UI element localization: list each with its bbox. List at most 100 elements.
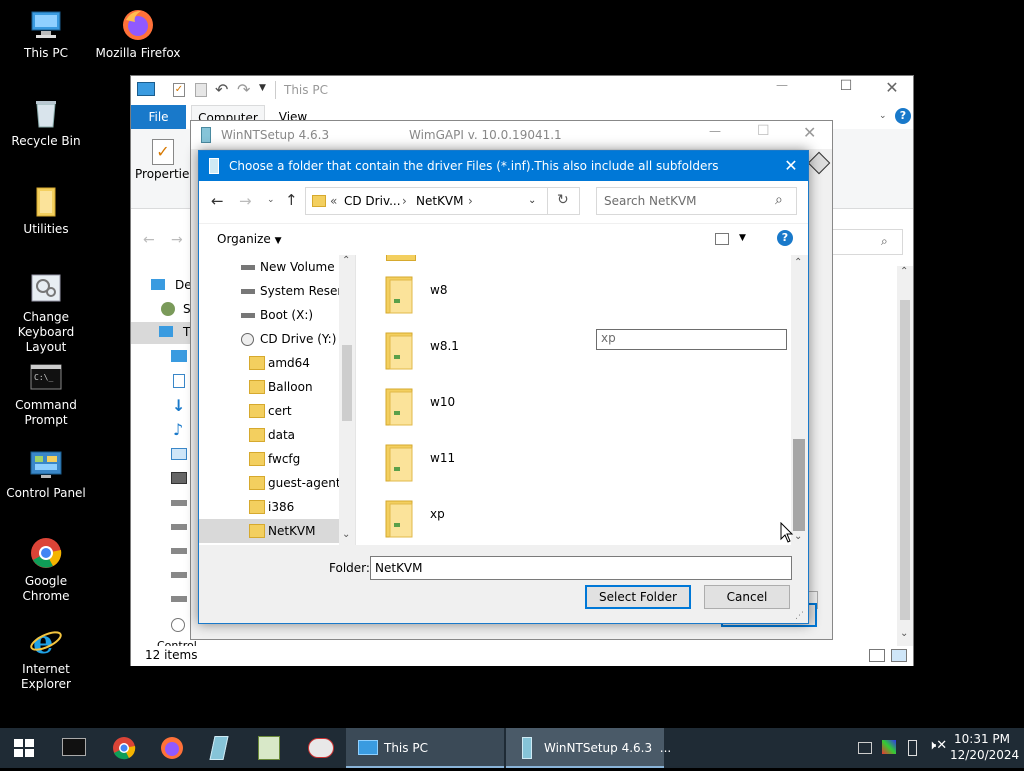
breadcrumb-root[interactable]: « <box>330 194 337 208</box>
taskbar-task-winntsetup[interactable]: WinNTSetup 4.6.3 ... <box>506 728 671 768</box>
taskbar-tool-icon[interactable] <box>308 738 334 758</box>
start-button[interactable] <box>0 728 48 768</box>
desktop-icon-recycle-bin[interactable]: Recycle Bin <box>0 96 92 149</box>
scroll-up-icon[interactable]: ⌃ <box>342 255 350 266</box>
tree-item-guest-agent[interactable]: guest-agent <box>199 471 339 495</box>
scroll-down-icon[interactable]: ⌄ <box>342 529 350 540</box>
tree-item-data[interactable]: data <box>199 423 339 447</box>
desktop-icon-label: Utilities <box>23 222 69 236</box>
scroll-down-icon[interactable]: ⌄ <box>794 531 802 542</box>
scroll-down-icon[interactable]: ⌄ <box>900 628 908 639</box>
ribbon-collapse-icon[interactable]: ⌄ <box>879 111 887 121</box>
sidebar-item-user[interactable]: SV <box>161 300 199 320</box>
desktop-icon-chrome[interactable]: Google Chrome <box>0 536 92 604</box>
tree-item-cert[interactable]: cert <box>199 399 339 423</box>
dialog-close-button[interactable]: ✕ <box>779 155 803 177</box>
folder-item-w11[interactable]: w11 <box>384 443 544 493</box>
tree-item-amd64[interactable]: amd64 <box>199 351 339 375</box>
tree-item-netkvm[interactable]: NetKVM <box>199 519 339 543</box>
desktop-icon-internet-explorer[interactable]: e Internet Explorer <box>0 623 92 692</box>
close-button[interactable]: ✕ <box>803 123 816 142</box>
folder-label: w8.1 <box>430 339 459 353</box>
resize-grip-icon[interactable]: ⋰ <box>795 611 804 621</box>
help-icon[interactable]: ? <box>777 230 793 246</box>
tree-item-cd-drive[interactable]: CD Drive (Y:) vi <box>199 327 339 351</box>
back-arrow-icon[interactable]: ← <box>143 232 155 248</box>
tree-item-fwcfg[interactable]: fwcfg <box>199 447 339 471</box>
organize-button[interactable]: Organize ▼ <box>217 232 282 246</box>
select-folder-button[interactable]: Select Folder <box>585 585 691 609</box>
desktop-icon-command-prompt[interactable]: C:\_ Command Prompt <box>0 360 92 428</box>
back-arrow-icon[interactable]: ← <box>211 192 224 210</box>
minimize-button[interactable]: — <box>767 78 797 102</box>
chevron-down-icon[interactable]: ▼ <box>739 233 746 243</box>
sidebar-item-this-pc[interactable]: Th <box>131 322 198 344</box>
view-options-icon[interactable] <box>715 233 729 245</box>
help-icon[interactable]: ? <box>895 108 911 124</box>
color-app-icon[interactable] <box>882 740 896 754</box>
computer-icon <box>29 8 63 42</box>
close-button[interactable]: ✕ <box>877 78 907 102</box>
chevron-down-icon[interactable]: ⌄ <box>528 195 536 206</box>
battery-icon[interactable] <box>908 740 917 756</box>
minimize-button[interactable]: — <box>709 124 721 138</box>
forward-arrow-icon[interactable]: → <box>239 192 252 210</box>
taskbar-task-this-pc[interactable]: This PC <box>346 728 504 768</box>
up-arrow-icon[interactable]: ↑ <box>285 191 298 209</box>
properties-button[interactable]: ✓ Properties <box>135 135 196 199</box>
desktop-icon-this-pc[interactable]: This PC <box>0 8 92 61</box>
drive-settings-icon[interactable] <box>807 151 831 175</box>
folder-item-w8[interactable]: w8 <box>384 275 544 325</box>
tree-item-system-reserved[interactable]: System Reserve <box>199 279 339 303</box>
details-view-icon[interactable] <box>869 649 885 662</box>
tree-item-new-volume[interactable]: New Volume (E <box>199 255 339 279</box>
folder-field[interactable] <box>370 556 792 580</box>
folder-item-w8-1[interactable]: w8.1 <box>384 331 544 381</box>
desktop-icon-firefox[interactable]: Mozilla Firefox <box>92 8 184 61</box>
taskbar-chrome-icon[interactable] <box>112 736 136 763</box>
forward-arrow-icon[interactable]: → <box>171 232 183 248</box>
breadcrumb-netkvm[interactable]: NetKVM <box>416 194 464 208</box>
taskbar-terminal-icon[interactable] <box>62 738 86 756</box>
scroll-thumb[interactable] <box>342 345 352 421</box>
properties-check-icon[interactable]: ✓ <box>173 83 185 97</box>
large-icons-view-icon[interactable] <box>891 649 907 662</box>
refresh-button[interactable]: ↻ <box>548 187 580 215</box>
cancel-button[interactable]: Cancel <box>704 585 790 609</box>
sidebar-item-desktop[interactable]: Des <box>151 276 198 296</box>
chevron-down-icon[interactable]: ▼ <box>259 83 266 93</box>
maximize-button[interactable]: ☐ <box>831 78 861 102</box>
undo-icon[interactable]: ↶ <box>215 80 228 99</box>
tree-item-balloon[interactable]: Balloon <box>199 375 339 399</box>
scroll-thumb[interactable] <box>900 300 910 620</box>
rename-field[interactable]: xp <box>596 329 787 350</box>
search-input[interactable]: Search NetKVM <box>604 194 697 208</box>
desktop-icon-keyboard-layout[interactable]: Change Keyboard Layout <box>0 272 92 355</box>
scroll-up-icon[interactable]: ⌃ <box>794 257 802 268</box>
taskbar-firefox-icon[interactable] <box>160 736 184 763</box>
new-folder-icon[interactable] <box>195 83 207 97</box>
tree-item-i386[interactable]: i386 <box>199 495 339 519</box>
explorer-scrollbar[interactable]: ⌃ ⌄ <box>897 266 913 646</box>
maximize-button[interactable]: ☐ <box>757 123 770 139</box>
redo-icon[interactable]: ↷ <box>237 80 250 99</box>
folder-item-xp[interactable]: xp <box>384 499 544 545</box>
scroll-thumb[interactable] <box>793 439 805 531</box>
files-scrollbar[interactable]: ⌃ ⌄ <box>791 255 808 545</box>
taskbar-notepad-icon[interactable] <box>258 736 280 760</box>
breadcrumb-cd-drive[interactable]: CD Driv... <box>344 194 401 208</box>
search-box[interactable]: Search NetKVM ⌕ <box>596 187 797 215</box>
clock[interactable]: 10:31 PM 12/20/2024 <box>950 731 1019 765</box>
tab-file[interactable]: File <box>131 105 186 129</box>
desktop-icon-utilities[interactable]: Utilities <box>0 184 92 237</box>
address-bar[interactable]: « CD Driv... › NetKVM › ⌄ <box>305 187 548 215</box>
volume-muted-icon[interactable]: 🕨✕ <box>928 738 947 753</box>
network-icon[interactable] <box>858 742 872 754</box>
desktop-icon-control-panel[interactable]: Control Panel <box>0 448 92 501</box>
folder-item-w10[interactable]: w10 <box>384 387 544 437</box>
taskbar-winntsetup-icon[interactable] <box>209 736 229 760</box>
tree-scrollbar[interactable]: ⌃ ⌄ <box>339 255 355 545</box>
scroll-up-icon[interactable]: ⌃ <box>900 266 908 277</box>
tree-item-boot[interactable]: Boot (X:) <box>199 303 339 327</box>
recent-locations-icon[interactable]: ⌄ <box>267 195 275 205</box>
